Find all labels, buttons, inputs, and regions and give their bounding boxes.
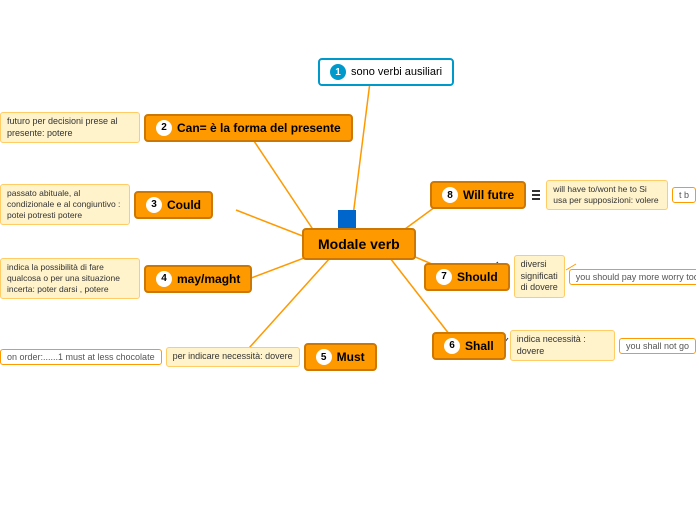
node-5: 5 Must bbox=[304, 343, 377, 371]
node-4: 4 may/maght bbox=[144, 265, 252, 293]
node-6-num: 6 bbox=[444, 338, 460, 354]
node-2: 2 Can= è la forma del presente bbox=[144, 114, 353, 142]
node-5-group: on order:......1 must at less chocolate … bbox=[0, 343, 377, 371]
node-3-desc: passato abituale, al condizionale e al c… bbox=[0, 184, 130, 225]
node-8: 8 Will futre bbox=[430, 181, 526, 209]
node-7-desc: diversi significati di dovere bbox=[514, 255, 565, 298]
node-8-example: t b bbox=[672, 187, 696, 203]
center-label: Modale verb bbox=[318, 236, 400, 252]
node-2-group: futuro per decisioni prese al presente: … bbox=[0, 112, 353, 143]
node-3: 3 Could bbox=[134, 191, 213, 219]
node-7-group: 7 Should diversi significati di dovere y… bbox=[424, 255, 696, 298]
node-8-num: 8 bbox=[442, 187, 458, 203]
node-6-label: Shall bbox=[465, 339, 494, 353]
node-8-group: 8 Will futre will have to/wont he to Si … bbox=[430, 180, 696, 210]
node-7: 7 Should bbox=[424, 263, 510, 291]
node-6-desc: indica necessità : dovere bbox=[510, 330, 615, 361]
node-2-desc: futuro per decisioni prese al presente: … bbox=[0, 112, 140, 143]
node-5-num: 5 bbox=[316, 349, 332, 365]
node-4-num: 4 bbox=[156, 271, 172, 287]
node-4-label: may/maght bbox=[177, 272, 240, 286]
node-3-label: Could bbox=[167, 198, 201, 212]
node-8-label: Will futre bbox=[463, 188, 514, 202]
node-4-group: indica la possibilità di fare qualcosa o… bbox=[0, 258, 252, 299]
center-square-icon bbox=[338, 210, 356, 228]
node-6-group: 6 Shall indica necessità : dovere you sh… bbox=[432, 330, 696, 361]
node-8-desc: will have to/wont he to Si usa per suppo… bbox=[546, 180, 668, 210]
node-1-label: sono verbi ausiliari bbox=[351, 66, 442, 78]
triple-lines-icon bbox=[532, 190, 540, 200]
node-7-example: you should pay more worry too much bbox=[569, 269, 696, 285]
center-node: Modale verb bbox=[302, 228, 416, 260]
node-2-label: Can= è la forma del presente bbox=[177, 121, 341, 135]
node-5-desc: per indicare necessità: dovere bbox=[166, 347, 300, 367]
node-6-example: you shall not go bbox=[619, 338, 696, 354]
node-7-num: 7 bbox=[436, 269, 452, 285]
node-6: 6 Shall bbox=[432, 332, 506, 360]
node-4-desc: indica la possibilità di fare qualcosa o… bbox=[0, 258, 140, 299]
node-5-label: Must bbox=[337, 350, 365, 364]
node-7-label: Should bbox=[457, 270, 498, 284]
node-3-num: 3 bbox=[146, 197, 162, 213]
node-3-group: passato abituale, al condizionale e al c… bbox=[0, 184, 213, 225]
node-1-num: 1 bbox=[330, 64, 346, 80]
node-1: 1 sono verbi ausiliari bbox=[318, 58, 454, 86]
node-2-num: 2 bbox=[156, 120, 172, 136]
node-5-example: on order:......1 must at less chocolate bbox=[0, 349, 162, 365]
